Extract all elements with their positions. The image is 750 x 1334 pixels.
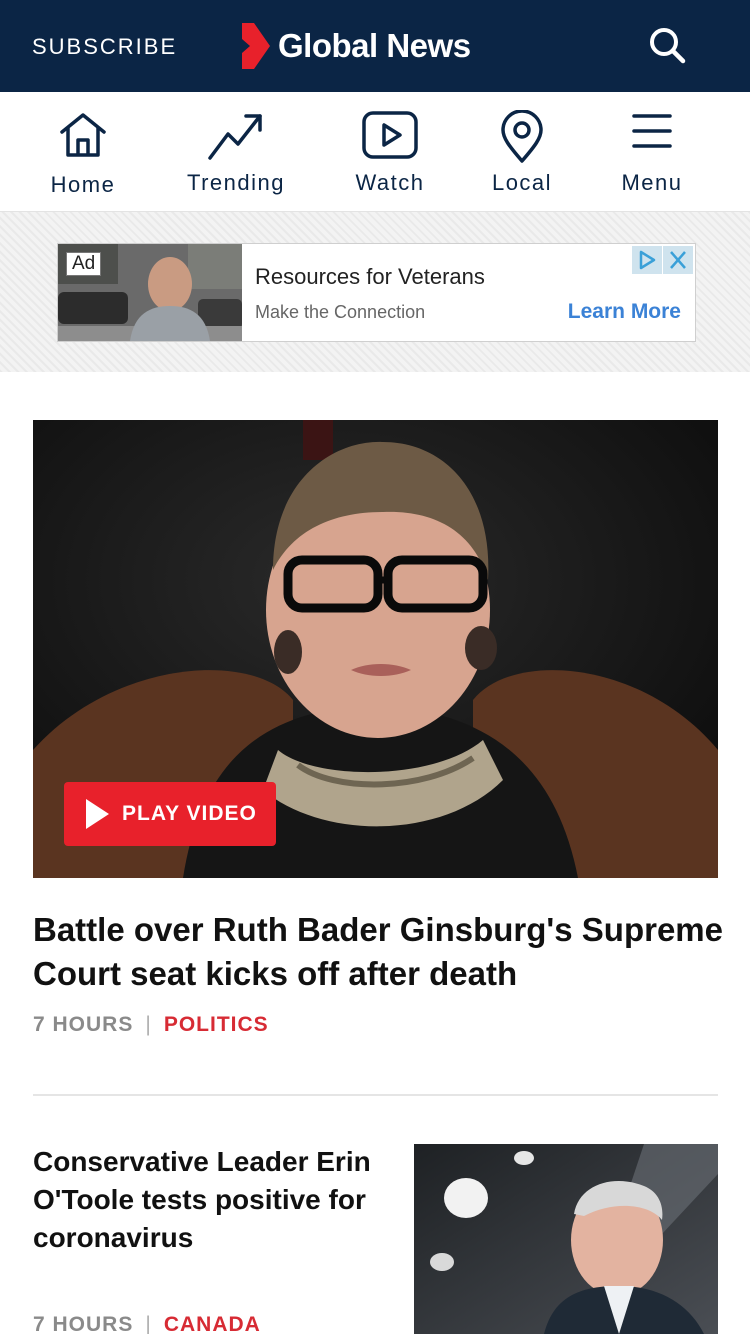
ad-choices-icon[interactable]	[632, 246, 662, 274]
second-story-image[interactable]	[414, 1144, 718, 1334]
global-news-logo[interactable]: Global News	[240, 22, 471, 70]
lead-story-category[interactable]: POLITICS	[164, 1013, 269, 1036]
nav-item-menu[interactable]: Menu	[612, 92, 692, 212]
ad-banner[interactable]: Ad Resources for Veterans Make the Conne…	[57, 243, 696, 342]
nav-item-watch[interactable]: Watch	[340, 92, 440, 212]
ad-title[interactable]: Resources for Veterans	[255, 264, 485, 290]
second-story-time: 7 HOURS	[33, 1313, 134, 1334]
nav-label-menu: Menu	[621, 170, 683, 195]
hamburger-menu-icon	[632, 114, 672, 148]
search-icon[interactable]	[646, 24, 688, 66]
second-photo-illustration	[414, 1144, 718, 1334]
ad-label: Ad	[66, 252, 102, 276]
home-icon	[60, 113, 106, 157]
nav-item-local[interactable]: Local	[482, 92, 562, 212]
logo-text: Global News	[278, 27, 471, 64]
nav-label-home: Home	[50, 172, 116, 197]
lead-story-time: 7 HOURS	[33, 1013, 134, 1036]
ad-subtitle: Make the Connection	[255, 302, 426, 322]
trending-icon	[208, 114, 262, 160]
ad-region: Ad Resources for Veterans Make the Conne…	[0, 212, 750, 372]
logo-chevron-icon	[242, 23, 270, 69]
story-divider	[33, 1094, 718, 1096]
nav-label-local: Local	[491, 170, 553, 195]
ad-close-icon[interactable]	[663, 246, 693, 274]
meta-separator: |	[145, 1013, 152, 1036]
main-nav: Home Trending Watch Local Menu	[0, 92, 750, 212]
nav-label-watch: Watch	[355, 170, 425, 195]
top-header: SUBSCRIBE Global News	[0, 0, 750, 92]
play-triangle-icon	[86, 799, 109, 829]
play-video-button[interactable]: PLAY VIDEO	[64, 782, 276, 846]
lead-story-headline[interactable]: Battle over Ruth Bader Ginsburg's Suprem…	[33, 908, 723, 996]
lead-story-meta: 7 HOURS | POLITICS	[33, 1013, 269, 1037]
subscribe-link[interactable]: SUBSCRIBE	[32, 34, 177, 60]
play-video-label: PLAY VIDEO	[122, 802, 257, 825]
location-pin-icon	[501, 110, 543, 163]
second-story-headline[interactable]: Conservative Leader Erin O'Toole tests p…	[33, 1143, 393, 1257]
ad-learn-more-link[interactable]: Learn More	[568, 300, 681, 324]
second-story-category[interactable]: CANADA	[164, 1313, 261, 1334]
meta-separator: |	[145, 1313, 152, 1334]
ad-image: Ad	[58, 244, 242, 341]
second-story-meta: 7 HOURS | CANADA	[33, 1313, 261, 1334]
nav-label-trending: Trending	[186, 170, 285, 195]
nav-item-home[interactable]: Home	[33, 92, 133, 212]
nav-item-trending[interactable]: Trending	[176, 92, 296, 212]
play-icon	[362, 111, 418, 159]
